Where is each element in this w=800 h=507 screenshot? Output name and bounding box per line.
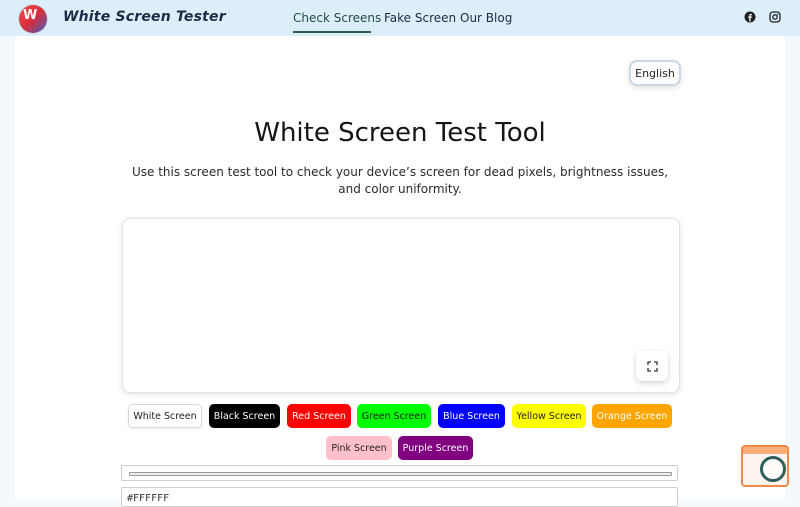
color-button-purple-screen[interactable]: Purple Screen — [398, 436, 473, 460]
nav-active-underline — [293, 31, 371, 33]
color-button-red-screen[interactable]: Red Screen — [287, 404, 351, 428]
instagram-icon[interactable] — [766, 8, 784, 26]
nav-check-screens[interactable]: Check Screens — [293, 11, 381, 25]
language-selector[interactable]: English — [629, 60, 681, 86]
screen-preview-area[interactable] — [122, 218, 680, 393]
page-description: Use this screen test tool to check your … — [131, 165, 669, 196]
instagram-glyph — [769, 11, 781, 23]
nav-fake-screen[interactable]: Fake Screen — [384, 11, 456, 25]
fullscreen-button[interactable] — [636, 351, 668, 381]
brightness-slider[interactable] — [121, 465, 678, 481]
brand-name[interactable]: White Screen Tester — [63, 9, 226, 25]
nav-our-blog[interactable]: Our Blog — [460, 11, 512, 25]
slider-track[interactable] — [129, 472, 672, 476]
feedback-widget-bar — [743, 447, 787, 454]
color-button-black-screen[interactable]: Black Screen — [209, 404, 280, 428]
facebook-icon[interactable] — [741, 8, 759, 26]
color-button-green-screen[interactable]: Green Screen — [357, 404, 431, 428]
magnifier-icon[interactable] — [760, 456, 786, 482]
page-title: White Screen Test Tool — [254, 118, 546, 148]
color-button-orange-screen[interactable]: Orange Screen — [592, 404, 672, 428]
hex-color-input[interactable]: #FFFFFF — [121, 487, 678, 507]
color-button-blue-screen[interactable]: Blue Screen — [438, 404, 505, 428]
color-button-pink-screen[interactable]: Pink Screen — [326, 436, 392, 460]
color-button-yellow-screen[interactable]: Yellow Screen — [512, 404, 586, 428]
color-button-white-screen[interactable]: White Screen — [128, 404, 202, 428]
top-navigation-bar: White Screen Tester Check Screens Fake S… — [0, 0, 800, 36]
site-logo[interactable] — [19, 5, 47, 33]
fullscreen-icon — [646, 360, 658, 372]
facebook-glyph — [744, 11, 756, 23]
